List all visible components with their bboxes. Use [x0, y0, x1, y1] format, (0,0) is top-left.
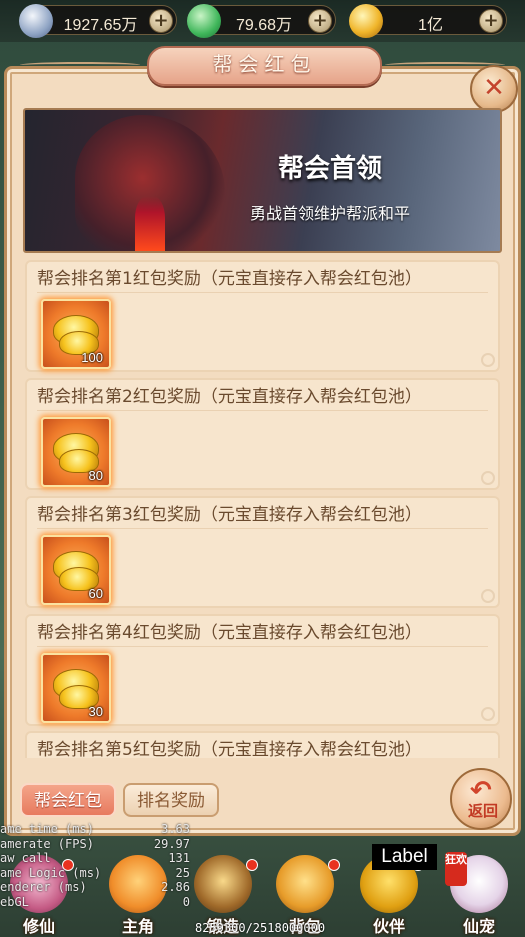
gold-ingot-icon — [349, 4, 383, 38]
silver-currency: 1927.65万 + — [19, 4, 177, 38]
add-jade-button[interactable]: + — [308, 9, 332, 33]
panel-title-text: 帮会红包 — [212, 52, 317, 76]
banner-subtitle: 勇战首领维护帮派和平 — [249, 204, 410, 223]
gold-value: 1亿 — [418, 17, 443, 34]
gold-ingot-reward-item[interactable]: 80 — [41, 417, 111, 487]
reward-title: 帮会排名第5红包奖励（元宝直接存入帮会红包池） — [37, 738, 488, 758]
reward-count: 60 — [88, 586, 103, 601]
memory-readout: 8259300/2518000000 — [195, 921, 326, 935]
reward-title: 帮会排名第1红包奖励（元宝直接存入帮会红包池） — [37, 267, 488, 293]
reward-row: 帮会排名第3红包奖励（元宝直接存入帮会红包池） 60 — [25, 496, 500, 608]
back-label: 返回 — [467, 802, 498, 820]
reward-row: 帮会排名第1红包奖励（元宝直接存入帮会红包池） 100 — [25, 260, 500, 372]
fire-effect — [135, 196, 165, 251]
reward-title: 帮会排名第2红包奖励（元宝直接存入帮会红包池） — [37, 385, 488, 411]
guild-boss-banner: 帮会首领 勇战首领维护帮派和平 — [23, 108, 502, 253]
reward-list[interactable]: 帮会排名第1红包奖励（元宝直接存入帮会红包池） 100 帮会排名第2红包奖励（元… — [23, 258, 502, 758]
close-button[interactable]: ✕ — [470, 65, 518, 113]
jade-value: 79.68万 — [235, 17, 293, 34]
title-ornament-left — [20, 62, 140, 68]
debug-stats: ame time (ms) 3.63 amerate (FPS) 29.97 aw … — [0, 822, 190, 909]
jade-icon — [187, 4, 221, 38]
debug-row: ebGL 0 — [0, 894, 190, 909]
back-button[interactable]: ↶ 返回 — [450, 768, 512, 830]
debug-row: ame Logic (ms) 25 — [0, 865, 190, 880]
reward-row: 帮会排名第4红包奖励（元宝直接存入帮会红包池） 30 — [25, 614, 500, 726]
reward-count: 100 — [81, 350, 103, 365]
reward-count: 80 — [88, 468, 103, 483]
reward-title: 帮会排名第4红包奖励（元宝直接存入帮会红包池） — [37, 621, 488, 647]
reward-count: 30 — [88, 704, 103, 719]
gold-currency: 1亿 + — [349, 4, 507, 38]
close-icon: ✕ — [483, 73, 505, 103]
banner-title: 帮会首领 — [277, 154, 382, 184]
reward-row: 帮会排名第5红包奖励（元宝直接存入帮会红包池） — [25, 731, 500, 758]
debug-label: Label — [372, 844, 437, 870]
add-silver-button[interactable]: + — [149, 9, 173, 33]
reward-title: 帮会排名第3红包奖励（元宝直接存入帮会红包池） — [37, 503, 488, 529]
debug-row: amerate (FPS) 29.97 — [0, 836, 190, 851]
gold-ingot-reward-item[interactable]: 100 — [41, 299, 111, 369]
currency-bar: 1927.65万 + 79.68万 + 1亿 + — [0, 0, 525, 42]
gold-ingot-reward-item[interactable]: 60 — [41, 535, 111, 605]
bag-icon — [276, 855, 334, 913]
debug-row: aw call 131 — [0, 851, 190, 865]
silver-value: 1927.65万 — [63, 17, 138, 34]
panel-title: 帮会红包 — [147, 46, 382, 86]
hammer-icon — [194, 855, 252, 913]
debug-row: ame time (ms) 3.63 — [0, 822, 190, 836]
add-gold-button[interactable]: + — [479, 9, 503, 33]
gold-ingot-reward-item[interactable]: 30 — [41, 653, 111, 723]
tab-rank-reward[interactable]: 排名奖励 — [123, 783, 219, 817]
reward-row: 帮会排名第2红包奖励（元宝直接存入帮会红包池） 80 — [25, 378, 500, 490]
notification-dot — [246, 859, 258, 871]
silver-ingot-icon — [19, 4, 53, 38]
crazy-event-badge[interactable]: 狂欢 — [445, 852, 467, 886]
tab-guild-redpacket[interactable]: 帮会红包 — [20, 783, 116, 817]
debug-row: enderer (ms) 2.86 — [0, 880, 190, 894]
notification-dot — [328, 859, 340, 871]
jade-currency: 79.68万 + — [187, 4, 336, 38]
